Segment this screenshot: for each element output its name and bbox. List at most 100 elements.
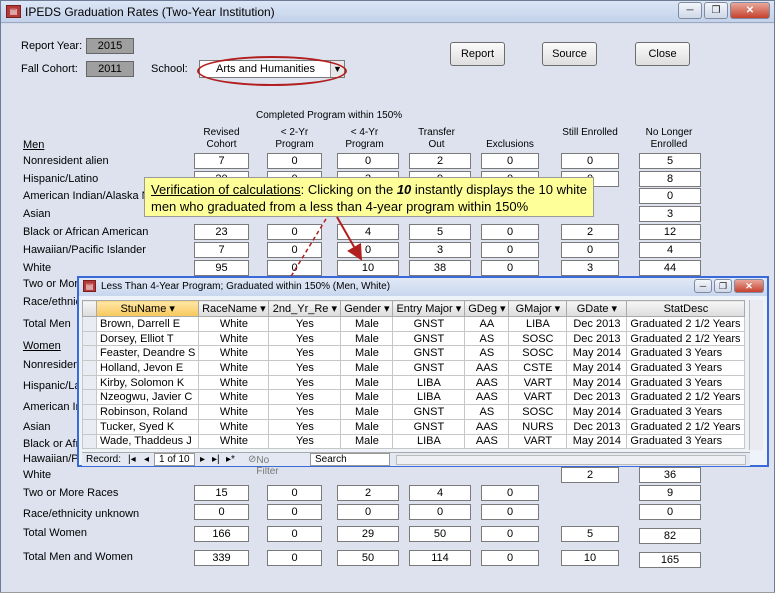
select-all-header[interactable] (82, 300, 97, 317)
table-cell[interactable]: Male (340, 316, 394, 332)
table-cell[interactable]: May 2014 (566, 345, 628, 362)
table-cell[interactable]: AA (464, 316, 510, 332)
table-cell[interactable]: Male (340, 433, 394, 450)
table-cell[interactable]: Male (340, 418, 394, 435)
popup-restore-button[interactable]: ❐ (714, 279, 732, 293)
table-cell[interactable]: Yes (268, 433, 342, 450)
table-row[interactable]: Feaster, Deandre S White Yes Male GNST AS SOSC… (82, 345, 746, 362)
table-cell[interactable]: Yes (268, 360, 342, 376)
table-cell[interactable]: SOSC (508, 345, 568, 362)
table-cell[interactable]: SOSC (508, 404, 568, 420)
table-cell[interactable]: LIBA (392, 433, 466, 450)
row-selector[interactable] (82, 404, 97, 420)
table-cell[interactable]: Graduated 3 Years (626, 433, 746, 450)
row-selector[interactable] (82, 418, 97, 435)
table-row[interactable]: Wade, Thaddeus J White Yes Male LIBA AAS VART M… (82, 433, 746, 450)
col-header[interactable]: StatDesc (626, 300, 746, 317)
col-header[interactable]: GMajor ▾ (508, 300, 568, 317)
table-cell[interactable]: Holland, Jevon E (95, 360, 200, 376)
table-cell[interactable]: Graduated 2 1/2 Years (626, 389, 746, 406)
table-cell[interactable]: May 2014 (566, 433, 628, 450)
table-cell[interactable]: AAS (464, 389, 510, 406)
table-cell[interactable]: Dec 2013 (566, 330, 628, 347)
table-row[interactable]: Holland, Jevon E White Yes Male GNST AAS CSTE M… (82, 360, 746, 376)
col-header[interactable]: GDate ▾ (566, 300, 628, 317)
table-row[interactable]: Brown, Darrell E White Yes Male GNST AA LIBA De… (82, 316, 746, 332)
col-header[interactable]: 2nd_Yr_Re ▾ (268, 300, 342, 317)
col-header[interactable]: Gender ▾ (340, 300, 394, 317)
previous-record-icon[interactable]: ◂ (144, 454, 149, 465)
table-row[interactable]: Robinson, Roland White Yes Male GNST AS SOSC Ma… (82, 404, 746, 420)
row-selector[interactable] (82, 374, 97, 391)
table-cell[interactable]: White (198, 389, 270, 406)
table-row[interactable]: Nzeogwu, Javier C White Yes Male LIBA AAS VART… (82, 389, 746, 406)
table-cell[interactable]: Yes (268, 389, 342, 406)
table-cell[interactable]: VART (508, 389, 568, 406)
table-cell[interactable]: Male (340, 404, 394, 420)
horizontal-scrollbar[interactable] (396, 455, 746, 465)
table-cell[interactable]: White (198, 433, 270, 450)
table-cell[interactable]: May 2014 (566, 374, 628, 391)
table-cell[interactable]: Graduated 3 Years (626, 374, 746, 391)
table-cell[interactable]: May 2014 (566, 360, 628, 376)
col-header[interactable]: GDeg ▾ (464, 300, 510, 317)
table-cell[interactable]: Male (340, 330, 394, 347)
table-cell[interactable]: Graduated 2 1/2 Years (626, 330, 746, 347)
table-cell[interactable]: Yes (268, 374, 342, 391)
table-cell[interactable]: White (198, 360, 270, 376)
table-cell[interactable]: AAS (464, 360, 510, 376)
table-cell[interactable]: GNST (392, 330, 466, 347)
table-cell[interactable]: Male (340, 345, 394, 362)
last-record-icon[interactable]: ▸| (212, 454, 220, 465)
table-cell[interactable]: Male (340, 389, 394, 406)
table-cell[interactable]: Male (340, 374, 394, 391)
table-row[interactable]: Kirby, Solomon K White Yes Male LIBA AAS VART M… (82, 374, 746, 391)
table-cell[interactable]: VART (508, 433, 568, 450)
table-cell[interactable]: VART (508, 374, 568, 391)
table-cell[interactable]: Graduated 3 Years (626, 360, 746, 376)
search-input[interactable]: Search (310, 453, 390, 466)
row-selector[interactable] (82, 360, 97, 376)
table-cell[interactable]: GNST (392, 404, 466, 420)
table-cell[interactable]: White (198, 316, 270, 332)
row-selector[interactable] (82, 345, 97, 362)
new-record-icon[interactable]: ▸* (226, 454, 235, 465)
table-cell[interactable]: GNST (392, 316, 466, 332)
vertical-scrollbar[interactable] (749, 300, 763, 450)
table-cell[interactable]: LIBA (392, 374, 466, 391)
table-cell[interactable]: GNST (392, 360, 466, 376)
table-cell[interactable]: Nzeogwu, Javier C (95, 389, 200, 406)
table-cell[interactable]: May 2014 (566, 404, 628, 420)
table-cell[interactable]: Brown, Darrell E (95, 316, 200, 332)
table-cell[interactable]: Feaster, Deandre S (95, 345, 200, 362)
table-cell[interactable]: Graduated 2 1/2 Years (626, 418, 746, 435)
table-cell[interactable]: AAS (464, 418, 510, 435)
table-cell[interactable]: Graduated 3 Years (626, 404, 746, 420)
popup-close-button[interactable]: ✕ (734, 279, 764, 293)
table-cell[interactable]: White (198, 418, 270, 435)
first-record-icon[interactable]: |◂ (128, 454, 136, 465)
table-cell[interactable]: AAS (464, 374, 510, 391)
table-cell[interactable]: Dec 2013 (566, 316, 628, 332)
table-cell[interactable]: CSTE (508, 360, 568, 376)
table-cell[interactable]: Male (340, 360, 394, 376)
table-cell[interactable]: AAS (464, 433, 510, 450)
table-cell[interactable]: GNST (392, 345, 466, 362)
table-cell[interactable]: Yes (268, 330, 342, 347)
table-cell[interactable]: LIBA (508, 316, 568, 332)
popup-minimize-button[interactable]: ─ (694, 279, 712, 293)
table-cell[interactable]: GNST (392, 418, 466, 435)
table-cell[interactable]: SOSC (508, 330, 568, 347)
table-cell[interactable]: AS (464, 345, 510, 362)
table-cell[interactable]: Robinson, Roland (95, 404, 200, 420)
row-selector[interactable] (82, 389, 97, 406)
table-cell[interactable]: NURS (508, 418, 568, 435)
table-cell[interactable]: AS (464, 330, 510, 347)
table-cell[interactable]: Tucker, Syed K (95, 418, 200, 435)
table-cell[interactable]: Kirby, Solomon K (95, 374, 200, 391)
col-header[interactable]: RaceName ▾ (198, 300, 270, 317)
table-cell[interactable]: Yes (268, 404, 342, 420)
table-row[interactable]: Dorsey, Elliot T White Yes Male GNST AS SOSC De… (82, 330, 746, 347)
table-cell[interactable]: White (198, 404, 270, 420)
table-cell[interactable]: AS (464, 404, 510, 420)
